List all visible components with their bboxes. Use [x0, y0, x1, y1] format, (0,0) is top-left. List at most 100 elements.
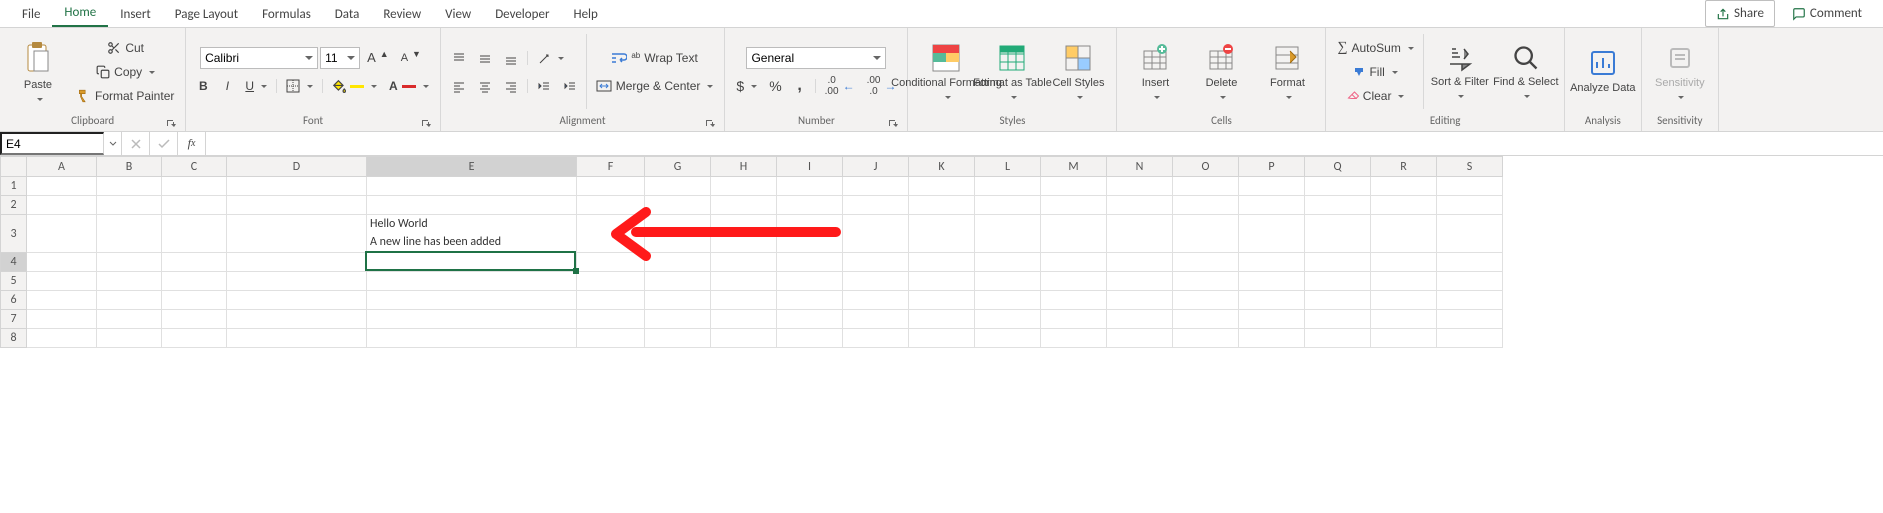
- cell[interactable]: [777, 291, 843, 310]
- cell[interactable]: [711, 196, 777, 215]
- cell[interactable]: [975, 272, 1041, 291]
- cell[interactable]: [1437, 291, 1503, 310]
- cell[interactable]: [645, 272, 711, 291]
- cancel-formula-button[interactable]: [122, 132, 150, 155]
- wrap-text-button[interactable]: ab Wrap Text: [591, 47, 719, 69]
- column-header[interactable]: A: [27, 157, 97, 177]
- cell[interactable]: [1107, 177, 1173, 196]
- cell[interactable]: [367, 253, 577, 272]
- cell[interactable]: [1239, 291, 1305, 310]
- cell[interactable]: [1041, 196, 1107, 215]
- cell[interactable]: [97, 272, 162, 291]
- cell[interactable]: [1107, 215, 1173, 253]
- cell[interactable]: [1305, 272, 1371, 291]
- cell[interactable]: [367, 196, 577, 215]
- cell[interactable]: Hello World A new line has been added: [367, 215, 577, 253]
- fill-button[interactable]: Fill: [1332, 61, 1418, 83]
- cell[interactable]: [843, 272, 909, 291]
- cell[interactable]: [1305, 215, 1371, 253]
- column-header[interactable]: J: [843, 157, 909, 177]
- cell[interactable]: [1041, 253, 1107, 272]
- bold-button[interactable]: B: [192, 75, 214, 97]
- cell[interactable]: [1239, 272, 1305, 291]
- cell[interactable]: [367, 310, 577, 329]
- cell[interactable]: [1371, 253, 1437, 272]
- cell[interactable]: [1239, 177, 1305, 196]
- cell[interactable]: [1371, 329, 1437, 348]
- tab-data[interactable]: Data: [323, 2, 372, 27]
- column-header[interactable]: B: [97, 157, 162, 177]
- cell[interactable]: [97, 329, 162, 348]
- increase-decimal-button[interactable]: .0.00←: [820, 75, 860, 97]
- cell[interactable]: [777, 272, 843, 291]
- cell[interactable]: [1437, 196, 1503, 215]
- align-top-button[interactable]: [447, 47, 471, 69]
- enter-formula-button[interactable]: [150, 132, 178, 155]
- cell[interactable]: [27, 272, 97, 291]
- cut-button[interactable]: Cut: [72, 37, 179, 59]
- alignment-dialog-launcher-icon[interactable]: [704, 118, 716, 130]
- cell[interactable]: [909, 196, 975, 215]
- cell[interactable]: [1437, 177, 1503, 196]
- format-painter-button[interactable]: Format Painter: [72, 85, 179, 107]
- cell[interactable]: [1107, 329, 1173, 348]
- cell[interactable]: [27, 215, 97, 253]
- cell[interactable]: [1437, 310, 1503, 329]
- align-bottom-button[interactable]: [499, 47, 523, 69]
- column-header[interactable]: M: [1041, 157, 1107, 177]
- column-header[interactable]: K: [909, 157, 975, 177]
- column-header[interactable]: R: [1371, 157, 1437, 177]
- tab-help[interactable]: Help: [561, 2, 609, 27]
- cell[interactable]: [909, 177, 975, 196]
- cell[interactable]: [975, 310, 1041, 329]
- tab-developer[interactable]: Developer: [483, 2, 561, 27]
- comma-format-button[interactable]: ,: [789, 75, 811, 97]
- cell[interactable]: [1107, 272, 1173, 291]
- select-all-corner[interactable]: [1, 157, 27, 177]
- cell[interactable]: [843, 291, 909, 310]
- percent-format-button[interactable]: %: [764, 75, 786, 97]
- cell[interactable]: [909, 215, 975, 253]
- cell[interactable]: [843, 329, 909, 348]
- merge-center-button[interactable]: Merge & Center: [591, 75, 719, 97]
- grow-font-button[interactable]: A▲: [362, 47, 394, 69]
- cell[interactable]: [162, 215, 227, 253]
- cell[interactable]: [777, 215, 843, 253]
- cell[interactable]: [227, 215, 367, 253]
- cell[interactable]: [645, 196, 711, 215]
- cell[interactable]: [1371, 310, 1437, 329]
- cell[interactable]: [1173, 215, 1239, 253]
- cell[interactable]: [1041, 329, 1107, 348]
- cell[interactable]: [577, 310, 645, 329]
- cell[interactable]: [711, 272, 777, 291]
- cell[interactable]: [843, 215, 909, 253]
- align-middle-button[interactable]: [473, 47, 497, 69]
- cell[interactable]: [162, 177, 227, 196]
- comment-button[interactable]: Comment: [1781, 0, 1873, 27]
- cell[interactable]: [97, 291, 162, 310]
- tab-insert[interactable]: Insert: [108, 2, 163, 27]
- orientation-button[interactable]: [532, 47, 569, 69]
- format-as-table-button[interactable]: Format as Table: [980, 35, 1044, 109]
- accounting-format-button[interactable]: $: [731, 75, 762, 97]
- paste-button[interactable]: Paste: [6, 35, 70, 109]
- cell[interactable]: [1041, 215, 1107, 253]
- cell[interactable]: [577, 253, 645, 272]
- cell[interactable]: [1239, 310, 1305, 329]
- decrease-indent-button[interactable]: [532, 75, 556, 97]
- column-header[interactable]: N: [1107, 157, 1173, 177]
- borders-button[interactable]: [281, 75, 318, 97]
- cell[interactable]: [711, 215, 777, 253]
- cell[interactable]: [1371, 177, 1437, 196]
- cell[interactable]: [711, 177, 777, 196]
- cell[interactable]: [645, 310, 711, 329]
- cell[interactable]: [1239, 253, 1305, 272]
- cell[interactable]: [1107, 196, 1173, 215]
- delete-cells-button[interactable]: Delete: [1189, 35, 1253, 109]
- cell[interactable]: [909, 291, 975, 310]
- cell[interactable]: [777, 329, 843, 348]
- cell[interactable]: [1371, 291, 1437, 310]
- cell[interactable]: [162, 253, 227, 272]
- tab-formulas[interactable]: Formulas: [250, 2, 323, 27]
- align-center-button[interactable]: [473, 75, 497, 97]
